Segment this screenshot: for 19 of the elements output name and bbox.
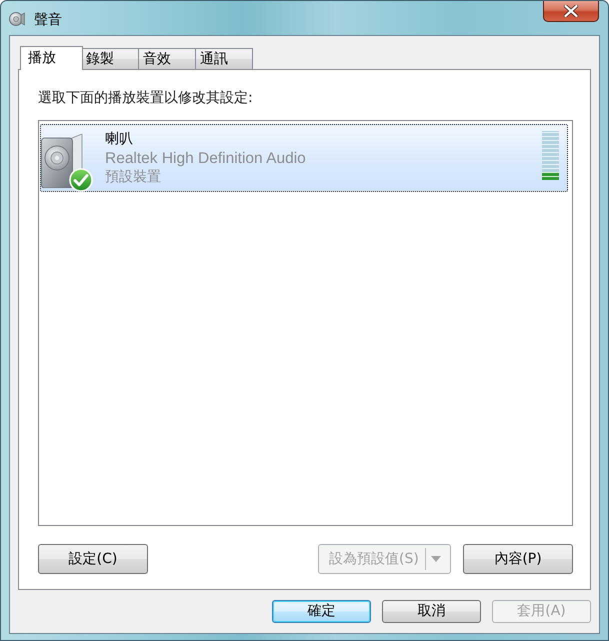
tab[interactable]: 音效 xyxy=(138,48,195,69)
speaker-icon xyxy=(9,11,25,27)
dialog-button[interactable]: 確定 xyxy=(272,600,371,623)
dialog-button[interactable]: 取消 xyxy=(382,600,481,623)
push-button[interactable]: 設定(C) xyxy=(38,544,148,574)
close-button[interactable] xyxy=(543,1,599,22)
device-description: Realtek High Definition Audio xyxy=(105,149,306,168)
device-status: 預設裝置 xyxy=(105,168,161,187)
speaker-icon xyxy=(41,134,83,188)
tab[interactable]: 錄製 xyxy=(81,48,138,69)
window-title: 聲音 xyxy=(34,11,62,29)
instruction-text: 選取下面的播放裝置以修改其設定: xyxy=(38,89,254,107)
close-icon xyxy=(564,5,578,17)
tab[interactable]: 通訊 xyxy=(195,48,253,69)
device-name: 喇叭 xyxy=(105,130,133,149)
tab[interactable]: 播放 xyxy=(20,46,83,70)
push-button[interactable]: 內容(P) xyxy=(463,544,573,574)
device-item[interactable]: 喇叭 Realtek High Definition Audio 預設裝置 xyxy=(40,124,568,192)
caret-icon xyxy=(430,556,441,562)
